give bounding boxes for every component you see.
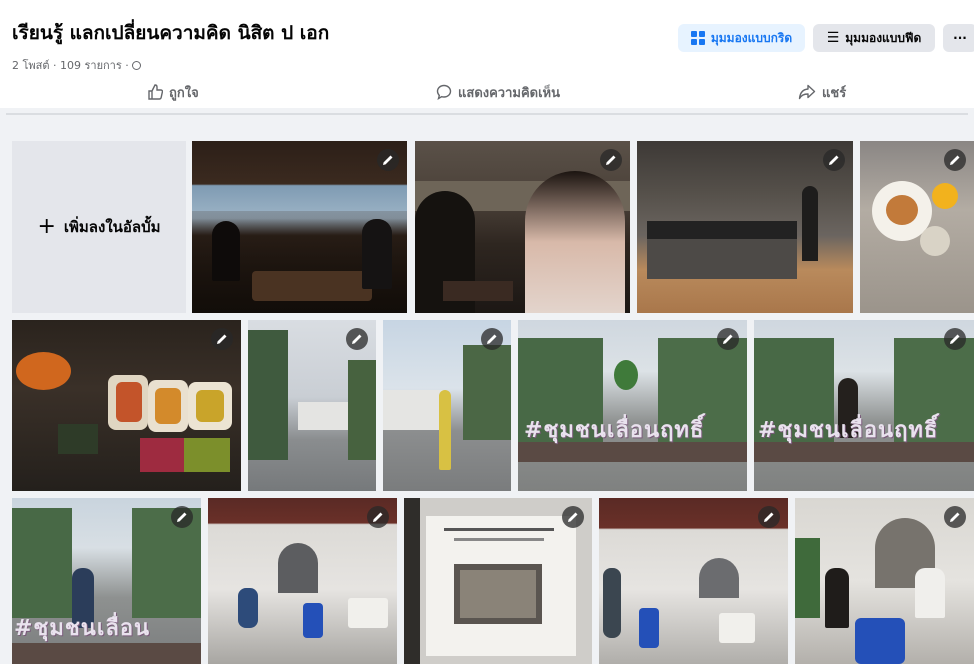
edit-photo-button[interactable] — [367, 506, 389, 528]
pencil-icon — [383, 155, 393, 165]
edit-photo-button[interactable] — [481, 328, 503, 350]
globe-icon — [131, 61, 141, 70]
pencil-icon — [764, 512, 774, 522]
pencil-icon — [829, 155, 839, 165]
like-label: ถูกใจ — [169, 85, 199, 101]
like-button[interactable]: ถูกใจ — [147, 76, 199, 108]
edit-photo-button[interactable] — [717, 328, 739, 350]
edit-photo-button[interactable] — [823, 149, 845, 171]
photo-tile[interactable] — [860, 141, 974, 313]
list-icon: ☰ — [826, 30, 840, 46]
pencil-icon — [950, 512, 960, 522]
pencil-icon — [568, 512, 578, 522]
share-button[interactable]: แชร์ — [798, 76, 846, 108]
photo-tile[interactable] — [415, 141, 630, 313]
edit-photo-button[interactable] — [758, 506, 780, 528]
thumbs-up-icon — [148, 84, 163, 100]
divider — [6, 113, 968, 115]
pencil-icon — [950, 334, 960, 344]
photo-tile[interactable] — [637, 141, 853, 313]
pencil-icon — [723, 334, 733, 344]
edit-photo-button[interactable] — [562, 506, 584, 528]
photo-tile[interactable]: #ชุมชนเลื่อนฤทธิ์ — [518, 320, 747, 491]
pencil-icon — [373, 512, 383, 522]
feed-view-label: มุมมองแบบฟีด — [845, 30, 922, 45]
pencil-icon — [487, 334, 497, 344]
share-label: แชร์ — [822, 85, 847, 101]
pencil-icon — [352, 334, 362, 344]
photo-tile[interactable] — [12, 320, 241, 491]
album-meta: 2 โพสต์ · 109 รายการ · — [12, 56, 141, 74]
edit-photo-button[interactable] — [944, 149, 966, 171]
sign-text: #ชุมชนเลื่อนฤทธิ์ — [524, 418, 705, 443]
edit-photo-button[interactable] — [211, 328, 233, 350]
pencil-icon — [950, 155, 960, 165]
grid-view-button[interactable]: มุมมองแบบกริด — [678, 24, 805, 52]
album-title: เรียนรู้ แลกเปลี่ยนความคิด นิสิต ป เอก — [12, 22, 330, 44]
photo-tile[interactable] — [208, 498, 397, 664]
comment-button[interactable]: แสดงความคิดเห็น — [436, 76, 560, 108]
photo-tile[interactable] — [192, 141, 407, 313]
edit-photo-button[interactable] — [377, 149, 399, 171]
edit-photo-button[interactable] — [171, 506, 193, 528]
sign-text: #ชุมชนเลื่อน — [14, 616, 151, 641]
add-to-album-button[interactable]: + เพิ่มลงในอัลบั้ม — [12, 141, 186, 313]
album-header: เรียนรู้ แลกเปลี่ยนความคิด นิสิต ป เอก 2… — [0, 0, 974, 108]
grid-view-label: มุมมองแบบกริด — [710, 30, 793, 45]
sign-text: #ชุมชนเลื่อนฤทธิ์ — [758, 418, 939, 443]
edit-photo-button[interactable] — [944, 328, 966, 350]
action-bar: ถูกใจ แสดงความคิดเห็น แชร์ — [0, 76, 974, 108]
more-button[interactable]: ··· — [943, 24, 974, 52]
photo-tile[interactable]: #ชุมชนเลื่อนฤทธิ์ — [754, 320, 974, 491]
pencil-icon — [606, 155, 616, 165]
edit-photo-button[interactable] — [600, 149, 622, 171]
comment-icon — [436, 84, 452, 100]
add-to-album-label: เพิ่มลงในอัลบั้ม — [63, 218, 161, 236]
pencil-icon — [217, 334, 227, 344]
grid-icon — [690, 31, 705, 45]
more-icon: ··· — [953, 31, 967, 45]
photo-tile[interactable] — [599, 498, 788, 664]
plus-icon: + — [37, 214, 56, 239]
photo-tile[interactable] — [248, 320, 376, 491]
photo-tile[interactable] — [795, 498, 974, 664]
feed-view-button[interactable]: ☰ มุมมองแบบฟีด — [813, 24, 935, 52]
share-icon — [798, 84, 816, 100]
photo-tile[interactable] — [404, 498, 592, 664]
edit-photo-button[interactable] — [346, 328, 368, 350]
photo-tile[interactable]: #ชุมชนเลื่อน — [12, 498, 201, 664]
edit-photo-button[interactable] — [944, 506, 966, 528]
photo-tile[interactable] — [383, 320, 511, 491]
album-meta-text: 2 โพสต์ · 109 รายการ · — [12, 59, 129, 72]
comment-label: แสดงความคิดเห็น — [458, 85, 561, 101]
pencil-icon — [177, 512, 187, 522]
